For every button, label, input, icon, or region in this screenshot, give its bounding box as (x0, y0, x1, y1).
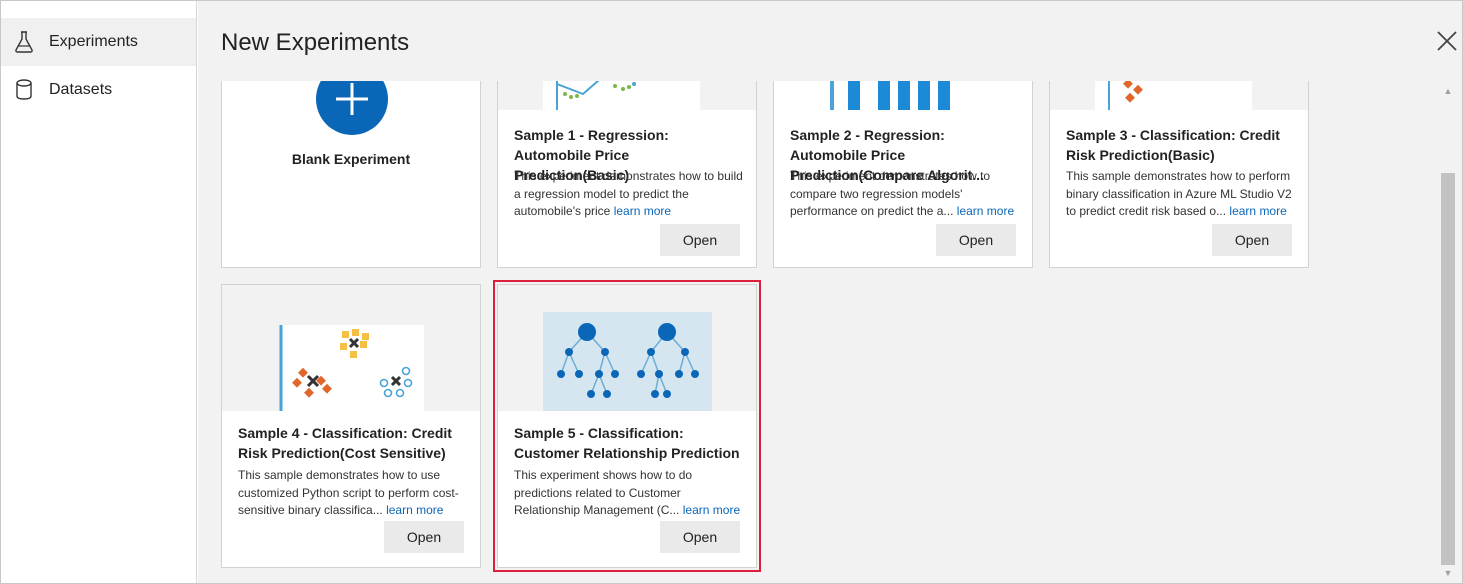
cost-sensitive-thumbnail (222, 285, 480, 411)
card-description: This experiment demonstrates how to buil… (514, 169, 743, 218)
vertical-scrollbar[interactable]: ▲ ▼ (1438, 81, 1458, 583)
card-description: This experiment shows how to do predicti… (514, 468, 741, 517)
sample-card-3[interactable]: Sample 3 - Classification: Credit Risk P… (1049, 81, 1309, 268)
scroll-up-icon[interactable]: ▲ (1442, 85, 1454, 97)
sample-card-4[interactable]: Sample 4 - Classification: Credit Risk P… (221, 284, 481, 568)
card-title: Sample 4 - Classification: Credit Risk P… (238, 425, 452, 461)
scroll-down-icon[interactable]: ▼ (1442, 567, 1454, 579)
open-button[interactable]: Open (1212, 224, 1292, 256)
card-description: This sample demonstrates how to use cust… (238, 468, 459, 517)
open-button[interactable]: Open (384, 521, 464, 553)
open-button[interactable]: Open (660, 224, 740, 256)
classification-thumbnail (1050, 81, 1308, 110)
main-panel: New Experiments Blank Experiment Sample … (198, 1, 1462, 583)
regression-thumbnail (498, 81, 756, 110)
sample-card-1[interactable]: Sample 1 - Regression: Automobile Price … (497, 81, 757, 268)
blank-experiment-card[interactable]: Blank Experiment (221, 81, 481, 268)
sample-card-5[interactable]: Sample 5 - Classification: Customer Rela… (493, 280, 761, 572)
blank-experiment-label: Blank Experiment (291, 151, 411, 167)
learn-more-link[interactable]: learn more (683, 503, 740, 517)
close-icon[interactable] (1435, 29, 1459, 53)
learn-more-link[interactable]: learn more (1229, 204, 1286, 218)
open-button[interactable]: Open (936, 224, 1016, 256)
card-title: Sample 3 - Classification: Credit Risk P… (1066, 127, 1280, 163)
flask-icon (13, 31, 35, 53)
sidebar-item-label: Experiments (49, 33, 138, 50)
experiments-gallery: Blank Experiment Sample 1 - Regression: … (198, 81, 1438, 583)
sidebar-item-label: Datasets (49, 81, 113, 98)
sidebar: Experiments Datasets (1, 1, 197, 583)
sidebar-item-experiments[interactable]: Experiments (1, 18, 196, 66)
regression-compare-thumbnail (774, 81, 1032, 110)
learn-more-link[interactable]: learn more (614, 204, 671, 218)
learn-more-link[interactable]: learn more (386, 503, 443, 517)
page-title: New Experiments (221, 29, 410, 56)
database-icon (13, 79, 35, 101)
card-description: This sample demonstrates how to perform … (1066, 169, 1292, 218)
decision-tree-thumbnail (498, 285, 756, 411)
learn-more-link[interactable]: learn more (957, 204, 1014, 218)
add-icon (316, 81, 388, 135)
card-title: Sample 5 - Classification: Customer Rela… (514, 425, 740, 461)
scrollbar-thumb[interactable] (1441, 173, 1455, 565)
sidebar-item-datasets[interactable]: Datasets (1, 66, 196, 114)
card-description: This experiment demonstrates how to comp… (790, 169, 1015, 218)
open-button[interactable]: Open (660, 521, 740, 553)
sample-card-2[interactable]: Sample 2 - Regression: Automobile Price … (773, 81, 1033, 268)
